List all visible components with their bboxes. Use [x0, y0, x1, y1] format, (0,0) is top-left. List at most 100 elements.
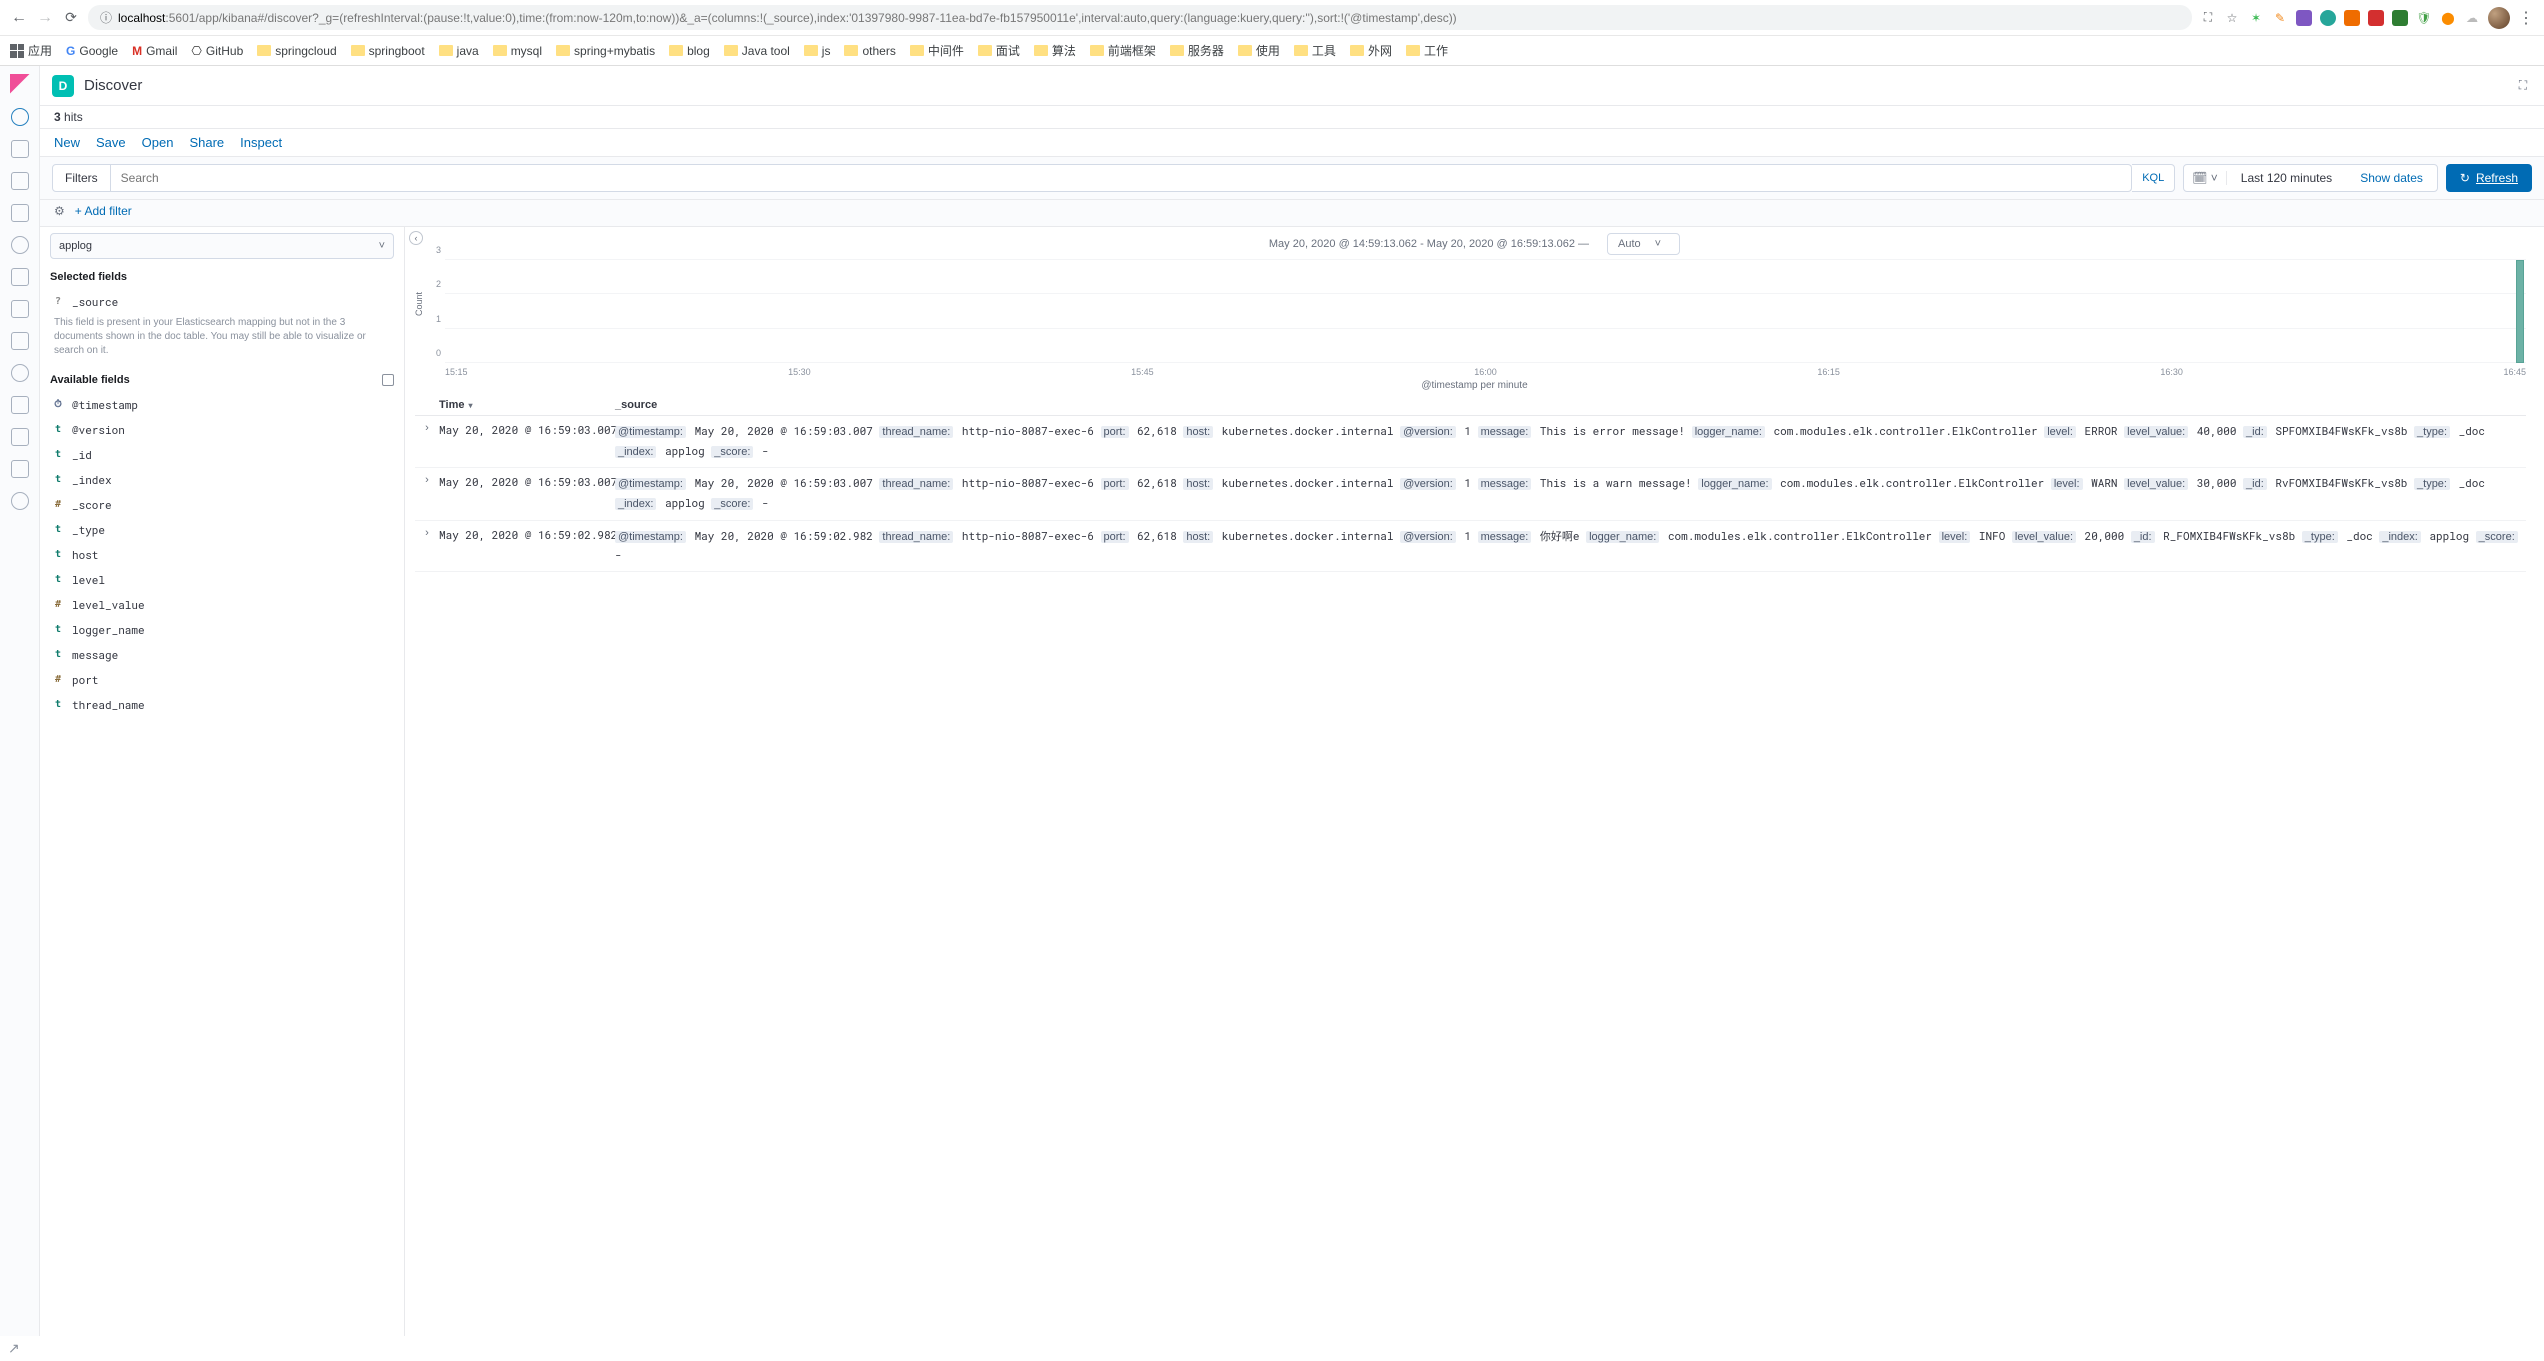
profile-avatar[interactable] [2488, 7, 2510, 29]
show-dates-link[interactable]: Show dates [2346, 171, 2437, 185]
fullscreen-icon[interactable]: ⛶ [2514, 78, 2532, 93]
star-icon[interactable]: ☆ [2224, 10, 2240, 26]
row-source: @timestamp: May 20, 2020 @ 16:59:03.007 … [615, 474, 2526, 513]
bookmark-folder[interactable]: 使用 [1238, 42, 1280, 59]
ext-icon[interactable]: ✶ [2248, 10, 2264, 26]
ext-icon[interactable]: ✎ [2272, 10, 2288, 26]
nav-visualize-icon[interactable] [11, 140, 29, 158]
field-item[interactable]: t_type [40, 517, 404, 542]
apps-button[interactable]: 应用 [10, 42, 52, 59]
kibana-side-nav [0, 66, 40, 1336]
nav-maps-icon[interactable] [11, 236, 29, 254]
new-button[interactable]: New [54, 135, 80, 150]
save-button[interactable]: Save [96, 135, 126, 150]
bookmark-folder[interactable]: 服务器 [1170, 42, 1224, 59]
expand-row-icon[interactable]: › [415, 474, 439, 513]
ext-icon[interactable] [2392, 10, 2408, 26]
field-item[interactable]: t_index [40, 467, 404, 492]
address-bar[interactable]: ⓘ localhost :5601/app/kibana#/discover?_… [88, 5, 2192, 30]
bookmark-folder[interactable]: 算法 [1034, 42, 1076, 59]
ext-icon[interactable] [2344, 10, 2360, 26]
field-item[interactable]: #_score [40, 492, 404, 517]
time-picker[interactable]: 🗓 ˅ Last 120 minutes Show dates [2183, 164, 2438, 192]
histogram-bar[interactable] [2516, 260, 2524, 363]
bookmark-google[interactable]: GGoogle [66, 44, 118, 58]
nav-dashboard-icon[interactable] [11, 172, 29, 190]
nav-metrics-icon[interactable] [11, 300, 29, 318]
field-item[interactable]: tlogger_name [40, 617, 404, 642]
nav-ml-icon[interactable] [11, 268, 29, 286]
ext-icon[interactable] [2296, 10, 2312, 26]
bookmark-folder[interactable]: Java tool [724, 44, 790, 58]
kibana-logo-icon[interactable] [10, 74, 30, 94]
fields-filter-icon[interactable] [382, 374, 394, 386]
column-source-header[interactable]: _source [615, 399, 2526, 411]
kql-toggle[interactable]: KQL [2132, 164, 2175, 192]
histogram-chart[interactable]: Count 0 1 2 3 15:1515:3015:4516:0 [423, 259, 2526, 389]
field-source[interactable]: ? _source [40, 289, 404, 314]
forward-button[interactable]: → [36, 9, 54, 27]
ext-icon[interactable]: ☁ [2464, 10, 2480, 26]
field-item[interactable]: #port [40, 667, 404, 692]
inspect-button[interactable]: Inspect [240, 135, 282, 150]
field-item[interactable]: tmessage [40, 642, 404, 667]
collapse-sidebar-icon[interactable]: ‹ [409, 231, 423, 245]
filter-settings-icon[interactable]: ⚙ [54, 204, 65, 218]
folder-icon [493, 45, 507, 56]
bookmark-folder[interactable]: blog [669, 44, 710, 58]
refresh-button[interactable]: ↻Refresh [2446, 164, 2532, 192]
share-button[interactable]: Share [189, 135, 224, 150]
bookmark-folder[interactable]: springcloud [257, 44, 336, 58]
field-item[interactable]: ⏱@timestamp [40, 392, 404, 417]
bookmark-folder[interactable]: java [439, 44, 479, 58]
ext-icon[interactable] [2368, 10, 2384, 26]
bookmark-folder[interactable]: others [844, 44, 895, 58]
bookmark-gmail[interactable]: MGmail [132, 44, 177, 58]
filters-button[interactable]: Filters [52, 164, 111, 192]
interval-select[interactable]: Auto˅ [1607, 233, 1680, 255]
translate-icon[interactable]: ⛶ [2200, 10, 2216, 26]
back-button[interactable]: ← [10, 9, 28, 27]
bookmark-folder[interactable]: 外网 [1350, 42, 1392, 59]
field-item[interactable]: #level_value [40, 592, 404, 617]
search-input[interactable] [111, 164, 2133, 192]
index-pattern-select[interactable]: applog ˅ [50, 233, 394, 259]
field-item[interactable]: tthread_name [40, 692, 404, 717]
bookmark-folder[interactable]: 工具 [1294, 42, 1336, 59]
expand-row-icon[interactable]: › [415, 527, 439, 565]
ext-icon[interactable] [2320, 10, 2336, 26]
bookmark-folder[interactable]: mysql [493, 44, 542, 58]
browser-menu-icon[interactable]: ⋮ [2518, 8, 2534, 28]
field-item[interactable]: tlevel [40, 567, 404, 592]
field-item[interactable]: thost [40, 542, 404, 567]
nav-uptime-icon[interactable] [11, 396, 29, 414]
field-item[interactable]: t@version [40, 417, 404, 442]
nav-canvas-icon[interactable] [11, 204, 29, 222]
nav-logs-icon[interactable] [11, 332, 29, 350]
row-time: May 20, 2020 @ 16:59:03.007 [439, 422, 615, 461]
bookmark-folder[interactable]: springboot [351, 44, 425, 58]
nav-siem-icon[interactable] [11, 428, 29, 446]
bookmark-folder[interactable]: spring+mybatis [556, 44, 655, 58]
space-badge[interactable]: D [52, 75, 74, 97]
nav-devtools-icon[interactable] [11, 460, 29, 478]
ext-icon[interactable]: ⬤ [2440, 10, 2456, 26]
open-button[interactable]: Open [142, 135, 174, 150]
bookmark-github[interactable]: ⎔GitHub [191, 44, 243, 58]
bookmark-folder[interactable]: 中间件 [910, 42, 964, 59]
nav-discover-icon[interactable] [11, 108, 29, 126]
reload-button[interactable]: ⟳ [62, 9, 80, 26]
field-item[interactable]: t_id [40, 442, 404, 467]
footer-expand-icon[interactable]: ↗ [8, 1340, 20, 1357]
field-type-icon: t [52, 424, 64, 435]
nav-apm-icon[interactable] [11, 364, 29, 382]
nav-management-icon[interactable] [11, 492, 29, 510]
ext-icon[interactable]: 🛡 [2416, 10, 2432, 26]
bookmark-folder[interactable]: 前端框架 [1090, 42, 1156, 59]
column-time-header[interactable]: Time▾ [439, 399, 615, 411]
bookmark-folder[interactable]: 工作 [1406, 42, 1448, 59]
add-filter-link[interactable]: + Add filter [75, 204, 132, 218]
expand-row-icon[interactable]: › [415, 422, 439, 461]
bookmark-folder[interactable]: js [804, 44, 831, 58]
bookmark-folder[interactable]: 面试 [978, 42, 1020, 59]
